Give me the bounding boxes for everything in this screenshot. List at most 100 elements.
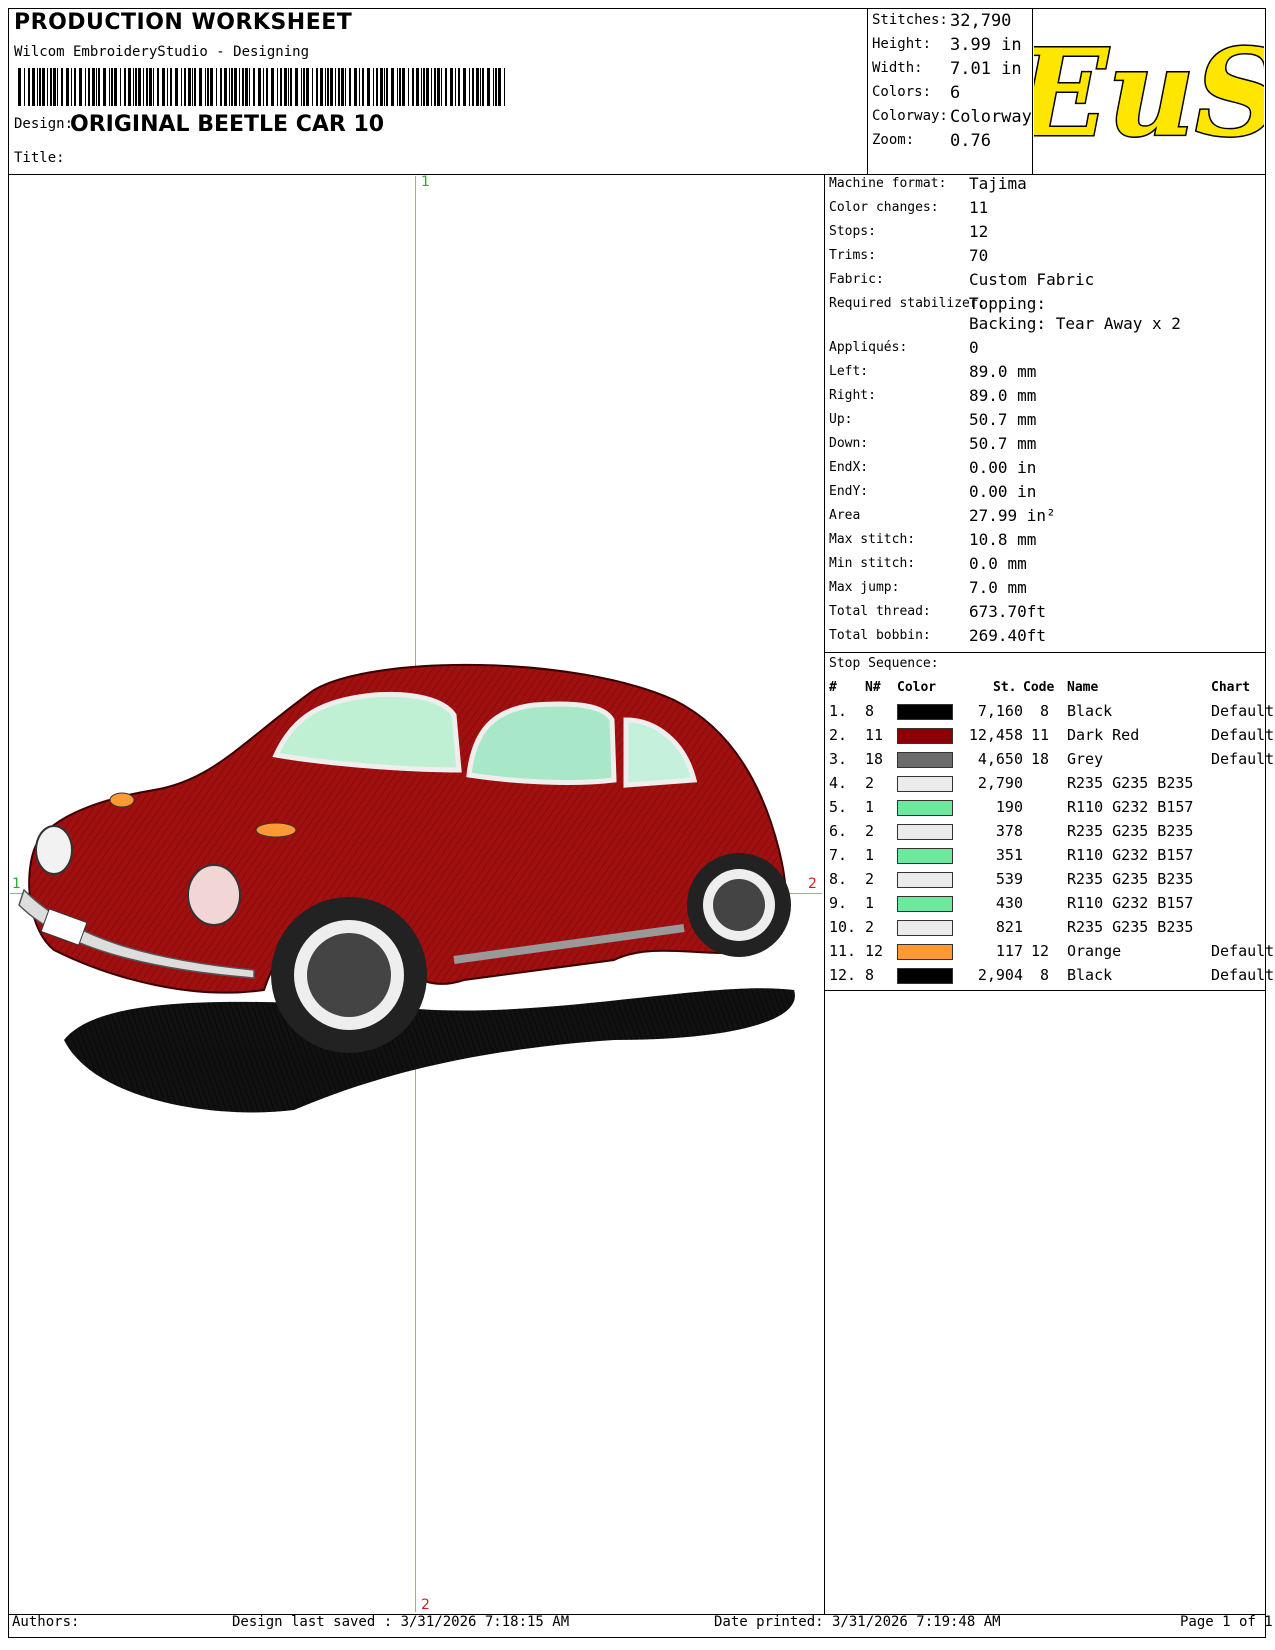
barcode-bar	[18, 68, 21, 106]
barcode-bar	[224, 68, 227, 106]
barcode-bar	[426, 68, 429, 106]
barcode-bar	[421, 68, 422, 106]
seq-needle: 1	[865, 894, 875, 912]
property-row: EndX: 0.00 in	[829, 458, 1036, 477]
barcode-bar	[431, 68, 432, 106]
color-swatch	[897, 776, 953, 792]
seq-name: R110 G232 B157	[1067, 846, 1194, 864]
seq-name: Orange	[1067, 942, 1122, 960]
barcode-bar	[245, 68, 248, 106]
barcode-bar	[445, 68, 447, 106]
sequence-row: 5. 1 190 R110 G232 B157	[829, 798, 1259, 822]
seq-needle: 2	[865, 870, 875, 888]
col-color: Color	[897, 680, 937, 695]
seq-needle: 11	[865, 726, 884, 744]
property-row: Left: 89.0 mm	[829, 362, 1036, 381]
seq-stitches: 12,458	[968, 726, 1023, 744]
color-swatch	[897, 800, 953, 816]
barcode-bar	[88, 68, 90, 106]
property-row: EndY: 0.00 in	[829, 482, 1036, 501]
col-num: #	[829, 680, 837, 695]
property-row: Stops: 12	[829, 222, 988, 241]
seq-num: 11.	[829, 942, 857, 960]
barcode-bar	[284, 68, 287, 106]
sequence-row: 10. 2 821 R235 G235 B235	[829, 918, 1259, 942]
stat-height: Height: 3.99 in	[872, 35, 1022, 55]
property-label: EndY:	[829, 484, 869, 499]
barcode-bar	[327, 68, 329, 106]
seq-chart: Default	[1211, 966, 1275, 984]
property-value: 12	[969, 222, 989, 241]
barcode-bar	[354, 68, 357, 106]
barcode-bar	[455, 68, 456, 106]
barcode-bar	[66, 68, 69, 106]
barcode-bar	[469, 68, 470, 106]
property-value: Backing: Tear Away x 2	[969, 314, 1181, 333]
barcode-bar	[128, 68, 131, 106]
barcode-bar	[61, 68, 63, 106]
stat-zoom: Zoom: 0.76	[872, 131, 991, 151]
sequence-row: 11. 12 117 12 Orange Default	[829, 942, 1274, 966]
barcode-bar	[295, 68, 298, 106]
property-row: Total thread: 673.70ft	[829, 602, 1046, 621]
headlight-left	[35, 825, 73, 875]
footer-authors: Authors:	[12, 1614, 80, 1630]
barcode-bar	[482, 68, 484, 106]
seq-num: 5.	[829, 798, 848, 816]
barcode-bar	[253, 68, 255, 106]
color-swatch	[897, 752, 953, 768]
seq-stitches: 117	[995, 942, 1023, 960]
seq-code: 8	[1039, 966, 1049, 984]
barcode-bar	[135, 68, 137, 106]
barcode-bar	[493, 68, 494, 106]
barcode-bar	[92, 68, 95, 106]
eus-logo: EuS	[1034, 22, 1264, 166]
seq-stitches: 378	[995, 822, 1023, 840]
turn-signal-side	[255, 822, 297, 838]
property-label: Machine format:	[829, 176, 947, 191]
crosshair-label-bottom: 2	[421, 1597, 430, 1613]
barcode-bar	[53, 68, 56, 106]
seq-num: 6.	[829, 822, 848, 840]
barcode-bar	[98, 68, 100, 106]
barcode-bar	[194, 68, 196, 106]
barcode-bar	[303, 68, 305, 106]
seq-num: 7.	[829, 846, 848, 864]
barcode-bar	[96, 68, 97, 106]
color-swatch	[897, 704, 953, 720]
barcode-bar	[434, 68, 436, 106]
barcode-bar	[249, 68, 250, 106]
barcode-bar	[71, 68, 72, 106]
sequence-row: 3. 18 4,650 18 Grey Default	[829, 750, 1274, 774]
barcode-bar	[47, 68, 48, 106]
barcode-bar	[386, 68, 388, 106]
barcode-bar	[167, 68, 168, 106]
barcode-bar	[157, 68, 159, 106]
seq-stitches: 351	[995, 846, 1023, 864]
barcode-bar	[320, 68, 323, 106]
seq-code: 8	[1039, 702, 1049, 720]
property-label: Area	[829, 508, 861, 523]
property-label: Total bobbin:	[829, 628, 931, 643]
barcode-bar	[32, 68, 35, 106]
property-row: Machine format: Tajima	[829, 174, 1027, 193]
barcode-bar	[423, 68, 425, 106]
barcode-bar	[472, 68, 474, 106]
barcode-bar	[480, 68, 481, 106]
barcode-bar	[199, 68, 202, 106]
col-needle: N#	[865, 680, 881, 695]
color-swatch	[897, 968, 953, 984]
barcode-bar	[416, 68, 419, 106]
seq-name: R235 G235 B235	[1067, 822, 1194, 840]
barcode-bar	[146, 68, 148, 106]
barcode-bar	[79, 68, 82, 106]
rear-hubcap	[713, 879, 765, 931]
property-row: Appliqués: 0	[829, 338, 979, 357]
col-name: Name	[1067, 680, 1099, 695]
barcode-bar	[271, 68, 274, 106]
barcode-bar	[325, 68, 326, 106]
sequence-row: 4. 2 2,790 R235 G235 B235	[829, 774, 1259, 798]
barcode-bar	[50, 68, 52, 106]
headlight-main	[187, 864, 241, 926]
property-row: Right: 89.0 mm	[829, 386, 1036, 405]
